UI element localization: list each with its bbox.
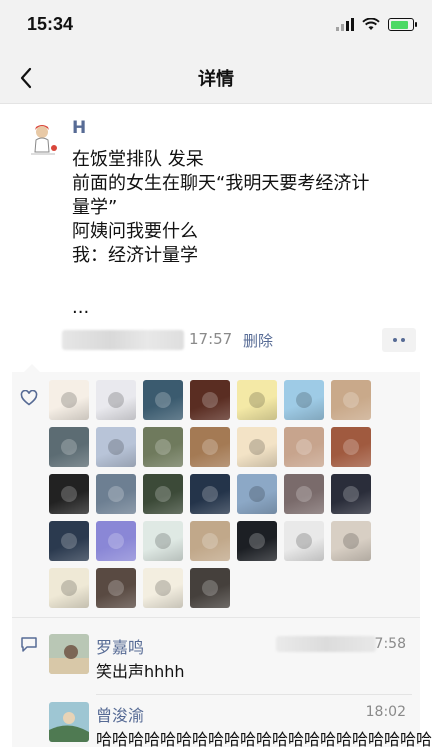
blurred-date — [62, 330, 184, 350]
liker-avatar[interactable] — [190, 427, 230, 467]
signal-icon — [336, 18, 354, 31]
more-dots-icon[interactable] — [382, 328, 416, 352]
liker-avatar[interactable] — [284, 474, 324, 514]
liker-avatar[interactable] — [96, 474, 136, 514]
status-bar: 15:34 — [0, 0, 432, 52]
liker-avatar[interactable] — [237, 427, 277, 467]
comment-time: 18:02 — [365, 704, 406, 720]
post-line — [72, 268, 412, 292]
liker-avatar[interactable] — [49, 380, 89, 420]
post-content: 在饭堂排队 发呆 前面的女生在聊天“我明天要考经济计 量学” 阿姨问我要什么 我… — [72, 148, 412, 320]
liker-avatar[interactable] — [190, 474, 230, 514]
comment-text: 笑出声hhhh — [96, 662, 185, 681]
commenter-name[interactable]: 曾浚渝 — [96, 702, 144, 726]
post-time: 17:57 — [189, 330, 233, 348]
author-name[interactable]: H — [72, 118, 86, 138]
liker-avatar[interactable] — [143, 521, 183, 561]
commenter-avatar[interactable] — [49, 702, 89, 742]
liker-avatar[interactable] — [237, 474, 277, 514]
likes-panel — [12, 364, 420, 617]
post-line: 阿姨问我要什么 — [72, 221, 198, 242]
battery-icon — [388, 18, 417, 31]
post-line: ... — [72, 297, 90, 318]
liker-avatar[interactable] — [284, 380, 324, 420]
commenter-name[interactable]: 罗嘉鸣 — [96, 634, 144, 658]
liker-avatar[interactable] — [49, 521, 89, 561]
wifi-icon — [362, 18, 380, 30]
status-icons — [336, 18, 417, 31]
blurred-date — [276, 636, 376, 652]
heart-icon — [20, 390, 38, 406]
comments-panel: 罗嘉鸣 7:58 笑出声hhhh 曾浚渝 18:02 哈哈哈哈哈哈哈哈哈哈哈哈哈… — [12, 617, 432, 747]
liker-avatar[interactable] — [143, 568, 183, 608]
liker-avatar[interactable] — [331, 474, 371, 514]
comment-item[interactable]: 罗嘉鸣 7:58 笑出声hhhh — [49, 634, 412, 695]
liker-avatar[interactable] — [237, 521, 277, 561]
comment-divider — [96, 694, 412, 695]
liker-avatar[interactable] — [96, 521, 136, 561]
like-avatar-grid — [49, 380, 379, 608]
liker-avatar[interactable] — [331, 521, 371, 561]
liker-avatar[interactable] — [49, 427, 89, 467]
status-time: 15:34 — [27, 14, 74, 34]
post-line: 量学” — [72, 197, 118, 218]
liker-avatar[interactable] — [96, 380, 136, 420]
delete-button[interactable]: 删除 — [243, 330, 273, 351]
comment-text: 哈哈哈哈哈哈哈哈哈哈哈哈哈哈哈哈哈哈哈哈哈 — [96, 730, 432, 747]
liker-avatar[interactable] — [143, 474, 183, 514]
liker-avatar[interactable] — [143, 427, 183, 467]
page-title: 详情 — [198, 69, 234, 90]
post-meta: 17:57 删除 — [0, 326, 432, 354]
liker-avatar[interactable] — [331, 427, 371, 467]
navigation-bar: 详情 — [0, 52, 432, 104]
author-avatar[interactable] — [22, 118, 66, 162]
comment-icon — [21, 637, 37, 652]
liker-avatar[interactable] — [190, 521, 230, 561]
liker-avatar[interactable] — [237, 380, 277, 420]
liker-avatar[interactable] — [331, 380, 371, 420]
liker-avatar[interactable] — [96, 568, 136, 608]
liker-avatar[interactable] — [284, 521, 324, 561]
post-line: 我：经济计量学 — [72, 245, 198, 266]
liker-avatar[interactable] — [190, 568, 230, 608]
liker-avatar[interactable] — [284, 427, 324, 467]
liker-avatar[interactable] — [190, 380, 230, 420]
liker-avatar[interactable] — [49, 568, 89, 608]
comment-item[interactable]: 曾浚渝 18:02 哈哈哈哈哈哈哈哈哈哈哈哈哈哈哈哈哈哈哈哈哈 — [49, 702, 432, 747]
post-line: 前面的女生在聊天“我明天要考经济计 — [72, 173, 370, 194]
post-line: 在饭堂排队 发呆 — [72, 149, 204, 170]
liker-avatar[interactable] — [96, 427, 136, 467]
comment-time: 7:58 — [374, 636, 406, 652]
liker-avatar[interactable] — [143, 380, 183, 420]
commenter-avatar[interactable] — [49, 634, 89, 674]
liker-avatar[interactable] — [49, 474, 89, 514]
